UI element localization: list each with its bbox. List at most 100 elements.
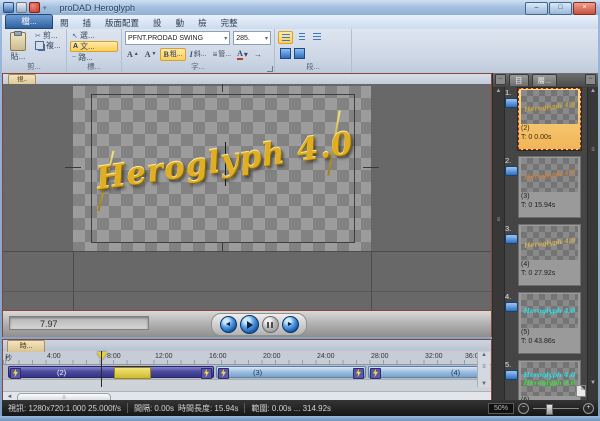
underline-button[interactable]: ≡管... bbox=[211, 49, 234, 60]
qat-dropdown-icon[interactable]: ▾ bbox=[43, 4, 47, 12]
select-tool-button[interactable]: ↖ 選... bbox=[70, 31, 118, 40]
cut-button[interactable]: ✂ 剪... bbox=[33, 31, 63, 40]
scroll-down-icon[interactable]: ▼ bbox=[588, 380, 598, 386]
tab-layout[interactable]: 版面配置 bbox=[98, 17, 146, 29]
panel-tab-layers[interactable]: 層... bbox=[532, 74, 558, 86]
monitor-icon[interactable] bbox=[505, 166, 518, 176]
effect-lightning-icon[interactable] bbox=[218, 368, 229, 379]
font-color-button[interactable]: A▾ bbox=[235, 49, 250, 60]
pause-button[interactable] bbox=[262, 316, 279, 333]
item-card[interactable]: Heroglyph 4.0 (3) T: 0 15.94s bbox=[518, 156, 581, 218]
paragraph-option-2-icon[interactable] bbox=[294, 48, 305, 59]
playback-controls: ◄ ► bbox=[211, 313, 307, 336]
timeline-empty-track[interactable] bbox=[3, 379, 491, 391]
zoom-out-icon[interactable]: − bbox=[518, 403, 529, 414]
timeline-tracks: (2) (3) (4) bbox=[3, 365, 491, 379]
effect-lightning-icon[interactable] bbox=[201, 368, 212, 379]
item-card[interactable]: Heroglyph 4.0 (4) T: 0 27.92s bbox=[518, 224, 581, 286]
text-group-label: 標... bbox=[67, 61, 121, 72]
close-button[interactable]: × bbox=[573, 2, 596, 15]
scrollbar-grip-icon[interactable]: ≡ bbox=[478, 364, 490, 370]
italic-icon: I bbox=[190, 50, 193, 59]
paragraph-option-1-icon[interactable] bbox=[280, 48, 291, 59]
canvas[interactable]: Heroglyph 4.0 bbox=[3, 84, 491, 310]
timeline-clip-2[interactable]: (2) bbox=[8, 366, 214, 378]
panel-right-scrollbar[interactable]: ▲ ≡ ▼ bbox=[587, 87, 598, 400]
list-item[interactable]: 5. Heroglyph 4.0 Heroglyph 4.0 (6) T: 0 … bbox=[505, 360, 583, 400]
effect-lightning-icon[interactable] bbox=[353, 368, 364, 379]
tab-view[interactable]: 閱 bbox=[53, 17, 76, 29]
save-icon[interactable] bbox=[16, 2, 27, 13]
new-page-icon[interactable] bbox=[576, 385, 586, 397]
item-card[interactable]: Heroglyph 4.0 (2) T: 0 0.00s bbox=[518, 88, 581, 150]
font-size-combobox[interactable]: 285. ▾ bbox=[233, 31, 271, 45]
record-icon[interactable] bbox=[29, 2, 40, 13]
monitor-icon[interactable] bbox=[505, 98, 518, 108]
timeline-vertical-scrollbar[interactable]: ▲ ≡ ▼ bbox=[477, 352, 490, 387]
align-center-button[interactable] bbox=[295, 31, 308, 42]
timeline-ruler[interactable]: 秒 4:00 8:00 12:00 16:00 20:00 24:00 28:0… bbox=[3, 351, 491, 365]
scroll-up-icon[interactable]: ▲ bbox=[478, 352, 490, 358]
list-item[interactable]: 3. Heroglyph 4.0 (4) T: 0 27.92s bbox=[505, 224, 583, 288]
timecode-field[interactable]: 7.97 bbox=[9, 316, 149, 330]
timeline-pane: 時... 秒 4:00 8:00 12:00 16:00 20:00 24:00… bbox=[2, 339, 492, 400]
playhead-line[interactable] bbox=[101, 351, 102, 387]
effect-lightning-icon[interactable] bbox=[10, 368, 21, 379]
tab-insert[interactable]: 插 bbox=[76, 17, 99, 29]
shrink-font-button[interactable]: A▼ bbox=[143, 49, 159, 60]
list-item[interactable]: 2. Heroglyph 4.0 (3) T: 0 15.94s bbox=[505, 156, 583, 220]
scroll-up-icon[interactable]: ▲ bbox=[493, 88, 504, 94]
grow-font-button[interactable]: A▲ bbox=[125, 49, 141, 60]
align-right-button[interactable] bbox=[310, 31, 323, 42]
item-card[interactable]: Heroglyph 4.0 Heroglyph 4.0 (6) T: 0 59.… bbox=[518, 360, 581, 400]
panel-tab-list[interactable]: 目 bbox=[509, 74, 529, 86]
zoom-slider-thumb[interactable] bbox=[546, 404, 553, 415]
text-tool-button[interactable]: A 文... bbox=[70, 41, 118, 52]
font-family-dropdown-icon[interactable]: ▾ bbox=[222, 35, 227, 42]
tab-file[interactable]: 檔... bbox=[5, 14, 53, 29]
go-end-button[interactable]: ► bbox=[282, 316, 299, 333]
list-item[interactable]: 4. Heroglyph 4.0 (5) T: 0 43.86s bbox=[505, 292, 583, 356]
window-title: proDAD Heroglyph bbox=[60, 3, 136, 13]
tab-complete[interactable]: 完整 bbox=[214, 17, 245, 29]
go-start-button[interactable]: ◄ bbox=[220, 316, 237, 333]
font-dialog-launcher-icon[interactable] bbox=[267, 66, 273, 72]
timeline-clip-4[interactable]: (4) bbox=[368, 366, 480, 378]
monitor-icon[interactable] bbox=[505, 302, 518, 312]
tab-animation[interactable]: 動 bbox=[169, 17, 192, 29]
font-family-combobox[interactable]: PFNT.PRODAD SWING ▾ bbox=[125, 31, 230, 45]
scroll-down-icon[interactable]: ▼ bbox=[478, 381, 490, 387]
panel-collapse-left-icon[interactable]: − bbox=[495, 74, 506, 85]
scroll-up-icon[interactable]: ▲ bbox=[588, 88, 598, 94]
italic-button[interactable]: I斜... bbox=[188, 49, 209, 60]
font-size-dropdown-icon[interactable]: ▾ bbox=[263, 35, 268, 42]
playhead-marker[interactable] bbox=[97, 352, 107, 360]
effect-lightning-icon[interactable] bbox=[370, 368, 381, 379]
active-range-highlight[interactable] bbox=[114, 367, 151, 379]
bold-button[interactable]: B粗... bbox=[160, 48, 185, 61]
text-direction-button[interactable]: → bbox=[252, 49, 264, 60]
app-icon[interactable] bbox=[3, 2, 14, 13]
timeline-clip-3[interactable]: (3) bbox=[216, 366, 366, 378]
panel-left-scrollbar[interactable]: ▲ ≡ bbox=[493, 87, 505, 400]
item-card[interactable]: Heroglyph 4.0 (5) T: 0 43.86s bbox=[518, 292, 581, 354]
center-marker-right bbox=[363, 167, 379, 168]
tab-check[interactable]: 檢 bbox=[191, 17, 214, 29]
tab-design[interactable]: 設 bbox=[146, 17, 169, 29]
monitor-icon[interactable] bbox=[505, 234, 518, 244]
panel-collapse-right-icon[interactable]: − bbox=[585, 74, 596, 85]
align-left-button[interactable] bbox=[278, 31, 293, 44]
play-button[interactable] bbox=[240, 315, 259, 334]
item-time: T: 0 43.86s bbox=[521, 337, 578, 346]
maximize-button[interactable]: □ bbox=[549, 2, 572, 15]
minimize-button[interactable]: – bbox=[525, 2, 548, 15]
paste-button[interactable]: 貼... bbox=[5, 31, 31, 62]
zoom-in-icon[interactable]: + bbox=[583, 403, 594, 414]
zoom-slider[interactable] bbox=[533, 408, 579, 409]
list-item[interactable]: 1. Heroglyph 4.0 (2) T: 0 0.00s bbox=[505, 88, 583, 152]
scrollbar-grip-icon[interactable]: ≡ bbox=[588, 147, 598, 153]
scrollbar-grip-icon[interactable]: ≡ bbox=[493, 217, 504, 223]
monitor-icon[interactable] bbox=[505, 370, 518, 380]
clip-list: 1. Heroglyph 4.0 (2) T: 0 0.00s 2. Herog… bbox=[505, 88, 583, 400]
copy-button[interactable]: 複... bbox=[33, 41, 63, 50]
